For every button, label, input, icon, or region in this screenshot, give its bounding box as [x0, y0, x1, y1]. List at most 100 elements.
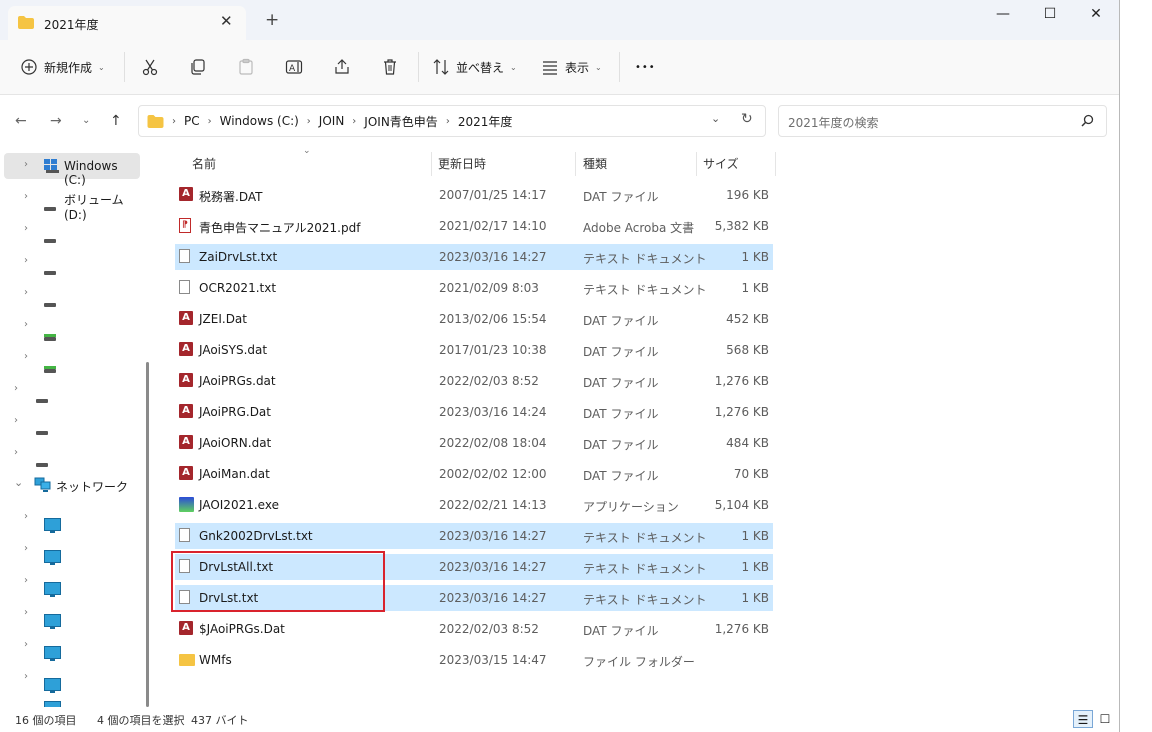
nav-item-computer[interactable]: › [4, 505, 140, 533]
chevron-right-icon: › [24, 159, 28, 170]
column-separator[interactable] [696, 152, 697, 176]
nav-item-drive[interactable]: › [4, 345, 140, 373]
file-row[interactable]: Gnk2002DrvLst.txt 2023/03/16 14:27 テキスト ドキ… [175, 523, 773, 549]
breadcrumb-join[interactable]: JOIN [319, 114, 345, 128]
file-row[interactable]: WMfs 2023/03/15 14:47 ファイル フォルダー [175, 647, 773, 673]
file-row[interactable]: JAOI2021.exe 2022/02/21 14:13 アプリケーション 5,10… [175, 492, 773, 518]
minimize-button[interactable]: — [980, 6, 1026, 28]
breadcrumb-2021[interactable]: 2021年度 [458, 113, 513, 130]
file-row[interactable]: A $JAoiPRGs.Dat 2022/02/03 8:52 DAT ファイル 1,2… [175, 616, 773, 642]
nav-scrollbar[interactable] [146, 362, 149, 707]
address-bar[interactable]: › PC › Windows (C:) › JOIN › JOIN青色申告 › … [138, 105, 766, 137]
drive-icon [44, 303, 56, 307]
file-size: 452 KB [726, 312, 769, 326]
nav-item-computer[interactable]: › [4, 665, 140, 693]
nav-item-windows-c[interactable]: › Windows (C:) [4, 153, 140, 187]
column-separator[interactable] [575, 152, 576, 176]
tab-close-icon[interactable]: ✕ [220, 12, 233, 30]
drive-icon [44, 207, 56, 211]
file-row[interactable]: ⁋ 青色申告マニュアル2021.pdf 2021/02/17 14:10 Adobe … [175, 213, 773, 239]
navigation-pane: › Windows (C:) › ボリューム (D:) › › › › › › … [0, 147, 158, 707]
chevron-right-icon: › [24, 671, 28, 682]
column-header-type[interactable]: 種類 [583, 155, 607, 172]
new-button[interactable]: 新規作成 ⌄ [20, 56, 105, 78]
nav-item-drive[interactable]: › [4, 249, 140, 275]
nav-item-drive[interactable]: › [4, 441, 140, 467]
view-button[interactable]: 表示 ⌄ [541, 56, 602, 78]
svg-text:A: A [289, 64, 296, 74]
file-date: 2023/03/16 14:27 [439, 591, 547, 605]
file-list: 名前 ⌄ 更新日時 種類 サイズ A 税務署.DAT 2007/01/25 14:1… [158, 146, 1119, 707]
file-name: JAoiPRGs.dat [199, 374, 276, 388]
file-row[interactable]: A 税務署.DAT 2007/01/25 14:17 DAT ファイル 196 KB [175, 182, 773, 208]
column-header-name[interactable]: 名前 [192, 155, 216, 172]
sort-button[interactable]: 並べ替え ⌄ [432, 56, 517, 78]
green-drive-icon [44, 366, 56, 373]
column-separator[interactable] [431, 152, 432, 176]
copy-icon [191, 59, 205, 75]
tab-2021[interactable]: 2021年度 ✕ [8, 6, 246, 40]
chevron-right-icon: › [24, 255, 28, 266]
file-name: JZEI.Dat [199, 312, 247, 326]
file-type: DAT ファイル [583, 624, 659, 638]
file-row[interactable]: ZaiDrvLst.txt 2023/03/16 14:27 テキスト ドキュメント… [175, 244, 773, 270]
back-arrow-icon[interactable]: ← [15, 113, 27, 129]
file-row[interactable]: OCR2021.txt 2021/02/09 8:03 テキスト ドキュメント 1 K… [175, 275, 773, 301]
breadcrumb-pc[interactable]: PC [184, 114, 200, 128]
access-icon: A [179, 187, 195, 203]
new-tab-button[interactable]: + [265, 12, 279, 29]
file-row[interactable]: A JZEI.Dat 2013/02/06 15:54 DAT ファイル 452 KB [175, 306, 773, 332]
large-icons-view-icon[interactable]: ☐ [1095, 710, 1115, 728]
maximize-button[interactable]: ☐ [1027, 6, 1073, 28]
search-box[interactable]: 2021年度の検索 [778, 105, 1107, 137]
nav-item-network[interactable]: ⌄ ネットワーク [4, 472, 140, 498]
file-row[interactable]: A JAoiMan.dat 2002/02/02 12:00 DAT ファイル 70 K… [175, 461, 773, 487]
delete-button[interactable] [381, 56, 399, 78]
more-options-button[interactable]: ••• [635, 56, 656, 78]
nav-item-drive[interactable]: › [4, 409, 140, 435]
nav-item-drive[interactable]: › [4, 377, 140, 403]
separator [418, 52, 419, 82]
file-row[interactable]: A JAoiPRGs.dat 2022/02/03 8:52 DAT ファイル 1,27… [175, 368, 773, 394]
breadcrumb-windows-c[interactable]: Windows (C:) [220, 114, 299, 128]
share-icon [335, 59, 349, 74]
file-name: OCR2021.txt [199, 281, 277, 295]
file-size: 70 KB [733, 467, 769, 481]
file-type: DAT ファイル [583, 469, 659, 483]
search-placeholder: 2021年度の検索 [788, 116, 879, 130]
nav-item-computer[interactable]: › [4, 537, 140, 565]
nav-item-computer[interactable]: › [4, 569, 140, 597]
recent-chevron-icon[interactable]: ⌄ [82, 115, 90, 126]
file-date: 2023/03/16 14:27 [439, 529, 547, 543]
refresh-icon[interactable]: ↻ [741, 111, 753, 127]
nav-item-drive[interactable]: › [4, 217, 140, 243]
address-dropdown-icon[interactable]: ⌄ [711, 112, 720, 125]
file-row[interactable]: A JAoiPRG.Dat 2023/03/16 14:24 DAT ファイル 1,27… [175, 399, 773, 425]
nav-item-drive[interactable]: › [4, 313, 140, 341]
column-header-date[interactable]: 更新日時 [438, 155, 486, 172]
share-button[interactable] [333, 56, 351, 78]
breadcrumb-join-aoiro[interactable]: JOIN青色申告 [364, 113, 438, 130]
nav-item-computer[interactable]: › [4, 601, 140, 629]
close-window-button[interactable]: ✕ [1073, 6, 1119, 28]
details-view-icon[interactable]: ☰ [1073, 710, 1093, 728]
file-row[interactable]: A JAoiSYS.dat 2017/01/23 10:38 DAT ファイル 568 … [175, 337, 773, 363]
separator [124, 52, 125, 82]
chevron-down-icon: ⌄ [595, 62, 602, 72]
rename-button[interactable]: A [285, 56, 303, 78]
file-name: WMfs [199, 653, 232, 667]
file-row[interactable]: A JAoiORN.dat 2022/02/08 18:04 DAT ファイル 484 … [175, 430, 773, 456]
nav-item-volume-d[interactable]: › ボリューム (D:) [4, 185, 140, 222]
nav-item-drive[interactable]: › [4, 281, 140, 307]
column-header-size[interactable]: サイズ [703, 155, 739, 172]
nav-item-computer[interactable] [4, 695, 140, 707]
copy-button[interactable] [189, 56, 207, 78]
paste-button[interactable] [237, 56, 255, 78]
nav-item-computer[interactable]: › [4, 633, 140, 661]
chevron-right-icon: › [24, 319, 28, 330]
file-name: $JAoiPRGs.Dat [199, 622, 285, 636]
cut-button[interactable] [141, 56, 159, 78]
column-separator[interactable] [775, 152, 776, 176]
up-arrow-icon[interactable]: ↑ [110, 113, 122, 129]
forward-arrow-icon[interactable]: → [50, 113, 62, 129]
